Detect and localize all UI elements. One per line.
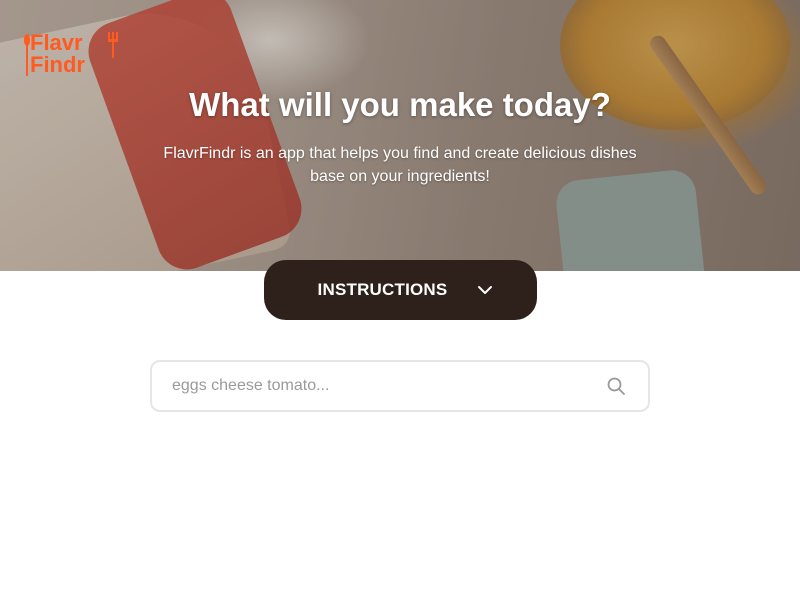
hero-banner: Flavr Findr What will you make today? Fl… [0,0,800,271]
ingredient-search-input[interactable] [172,362,592,410]
spoon-icon [24,34,30,76]
hero-headline: What will you make today? [189,86,611,123]
search-icon[interactable] [606,376,626,396]
chevron-down-icon [478,286,493,294]
instructions-button[interactable]: INSTRUCTIONS [264,260,537,320]
fork-icon [108,32,118,58]
instructions-label: INSTRUCTIONS [317,280,448,299]
ingredient-search-box [150,360,650,412]
flavrfindr-logo[interactable]: Flavr Findr [24,32,124,82]
hero-subtext: FlavrFindr is an app that helps you find… [163,145,637,185]
